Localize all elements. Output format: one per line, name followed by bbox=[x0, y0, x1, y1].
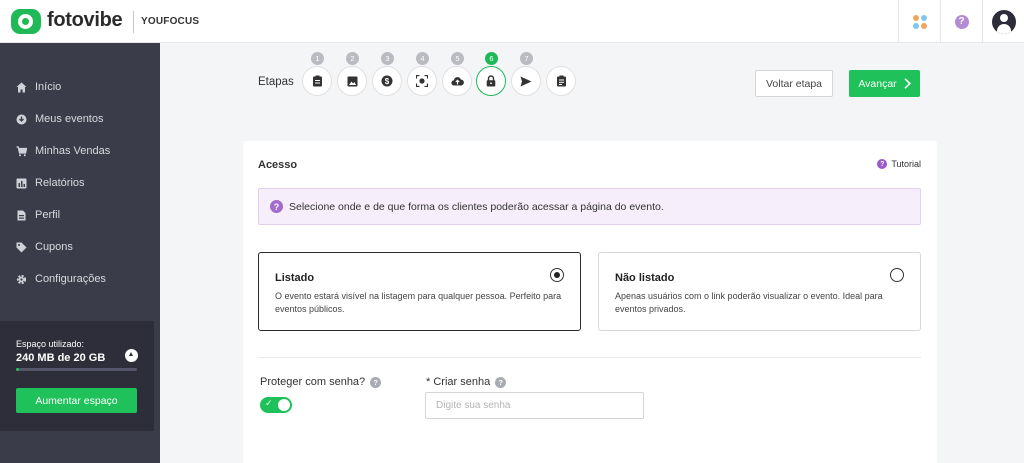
protect-password-text: Proteger com senha? bbox=[260, 376, 366, 388]
svg-text:$: $ bbox=[385, 77, 390, 86]
storage-progress-fill bbox=[16, 368, 19, 371]
step-number-4: 4 bbox=[416, 52, 429, 65]
step-number-5: 5 bbox=[451, 52, 464, 65]
sidebar-item-minhas-vendas[interactable]: Minhas Vendas bbox=[16, 141, 110, 161]
clipboard-icon bbox=[312, 75, 322, 87]
cart-icon bbox=[16, 145, 27, 157]
fotovibe-logo-icon[interactable] bbox=[11, 9, 41, 34]
partner-name: YOUFOCUS bbox=[141, 16, 200, 27]
help-circle-icon: ? bbox=[954, 14, 969, 29]
dollar-icon: $ bbox=[381, 75, 393, 87]
profile-document-icon bbox=[16, 210, 27, 221]
increase-storage-button[interactable]: Aumentar espaço bbox=[16, 388, 137, 413]
next-step-button[interactable]: Avançar bbox=[849, 70, 920, 97]
storage-label: Espaço utilizado: bbox=[16, 339, 85, 349]
step-4-button[interactable] bbox=[407, 66, 437, 96]
info-text: Selecione onde e de que forma os cliente… bbox=[289, 200, 664, 213]
info-help-icon: ? bbox=[270, 200, 283, 213]
step-6-button[interactable] bbox=[476, 66, 506, 96]
option-unlisted[interactable]: Não listado Apenas usuários com o link p… bbox=[598, 252, 921, 331]
step-3-button[interactable]: $ bbox=[372, 66, 402, 96]
step-5-button[interactable] bbox=[442, 66, 472, 96]
radio-listed[interactable] bbox=[550, 268, 564, 282]
help-circle-icon[interactable]: ? bbox=[495, 376, 507, 388]
logo-divider bbox=[133, 11, 134, 33]
sidebar: Início Meus eventos Minhas Vendas Relató… bbox=[0, 43, 160, 463]
send-icon bbox=[520, 76, 532, 86]
download-circle-icon bbox=[16, 114, 27, 125]
next-step-label: Avançar bbox=[858, 77, 897, 90]
tutorial-link[interactable]: ? Tutorial bbox=[877, 159, 921, 169]
image-icon bbox=[347, 76, 357, 86]
sidebar-item-label: Início bbox=[35, 81, 62, 93]
sidebar-item-label: Minhas Vendas bbox=[35, 145, 111, 157]
face-scan-icon bbox=[416, 75, 428, 87]
user-avatar-icon bbox=[991, 9, 1016, 34]
sidebar-item-meus-eventos[interactable]: Meus eventos bbox=[16, 109, 103, 129]
help-button[interactable]: ? bbox=[940, 0, 982, 43]
sidebar-item-configuracoes[interactable]: Configurações bbox=[16, 269, 106, 289]
access-card: Acesso ? Tutorial ? Selecione onde e de … bbox=[243, 141, 937, 463]
step-number-7: 7 bbox=[520, 52, 533, 65]
step-number-1: 1 bbox=[311, 52, 324, 65]
protect-password-label: Proteger com senha? ? bbox=[260, 376, 382, 388]
tag-icon bbox=[16, 242, 27, 253]
option-title: Listado bbox=[275, 272, 315, 284]
sidebar-item-relatorios[interactable]: Relatórios bbox=[16, 173, 85, 193]
top-bar: fotovibe YOUFOCUS ? bbox=[0, 0, 1024, 43]
home-icon bbox=[16, 82, 27, 93]
option-description: Apenas usuários com o link poderão visua… bbox=[615, 291, 883, 314]
info-banner: ? Selecione onde e de que forma os clien… bbox=[258, 188, 921, 225]
sidebar-item-label: Configurações bbox=[35, 273, 106, 285]
brand-name[interactable]: fotovibe bbox=[47, 9, 123, 32]
option-description: O evento estará visível na listagem para… bbox=[275, 291, 562, 314]
protect-password-toggle[interactable]: ✓ bbox=[260, 397, 292, 413]
sidebar-item-inicio[interactable]: Início bbox=[16, 77, 61, 97]
help-circle-icon: ? bbox=[877, 159, 888, 169]
sidebar-item-cupons[interactable]: Cupons bbox=[16, 237, 73, 257]
check-icon: ✓ bbox=[265, 398, 273, 408]
chart-icon bbox=[16, 178, 27, 189]
step-number-3: 3 bbox=[381, 52, 394, 65]
step-8-button[interactable] bbox=[546, 66, 576, 96]
sidebar-item-label: Cupons bbox=[35, 241, 73, 253]
cloud-upload-icon bbox=[450, 77, 464, 86]
user-menu-button[interactable] bbox=[982, 0, 1024, 43]
step-1-button[interactable] bbox=[302, 66, 332, 96]
step-number-2: 2 bbox=[346, 52, 359, 65]
back-step-button[interactable]: Voltar etapa bbox=[755, 70, 833, 97]
sidebar-item-label: Perfil bbox=[35, 209, 61, 221]
create-password-label: * Criar senha ? bbox=[426, 376, 507, 388]
step-7-button[interactable] bbox=[511, 66, 541, 96]
steps-label: Etapas bbox=[258, 76, 294, 88]
apps-button[interactable] bbox=[898, 0, 940, 43]
chevron-right-icon bbox=[904, 78, 911, 89]
checklist-icon bbox=[556, 75, 566, 87]
sidebar-item-label: Relatórios bbox=[35, 177, 85, 189]
step-number-6: 6 bbox=[485, 52, 498, 65]
storage-panel: Espaço utilizado: 240 MB de 20 GB Aument… bbox=[0, 321, 154, 431]
sidebar-item-label: Meus eventos bbox=[35, 113, 104, 125]
radio-unlisted[interactable] bbox=[890, 268, 904, 282]
cloud-upload-icon bbox=[125, 349, 138, 362]
tutorial-label: Tutorial bbox=[891, 159, 921, 169]
sidebar-item-perfil[interactable]: Perfil bbox=[16, 205, 60, 225]
password-field[interactable] bbox=[425, 392, 644, 419]
option-listed[interactable]: Listado O evento estará visível na lista… bbox=[258, 252, 581, 331]
gear-icon bbox=[16, 274, 27, 285]
lock-icon bbox=[486, 75, 496, 87]
create-password-text: * Criar senha bbox=[426, 376, 491, 388]
step-2-button[interactable] bbox=[337, 66, 367, 96]
storage-value: 240 MB de 20 GB bbox=[16, 352, 106, 364]
section-divider bbox=[258, 357, 921, 358]
help-circle-icon[interactable]: ? bbox=[370, 376, 382, 388]
storage-progress-bar bbox=[16, 368, 137, 371]
toggle-knob bbox=[278, 399, 290, 411]
apps-grid-icon bbox=[912, 14, 927, 29]
option-title: Não listado bbox=[615, 272, 675, 284]
section-title: Acesso bbox=[258, 159, 298, 171]
